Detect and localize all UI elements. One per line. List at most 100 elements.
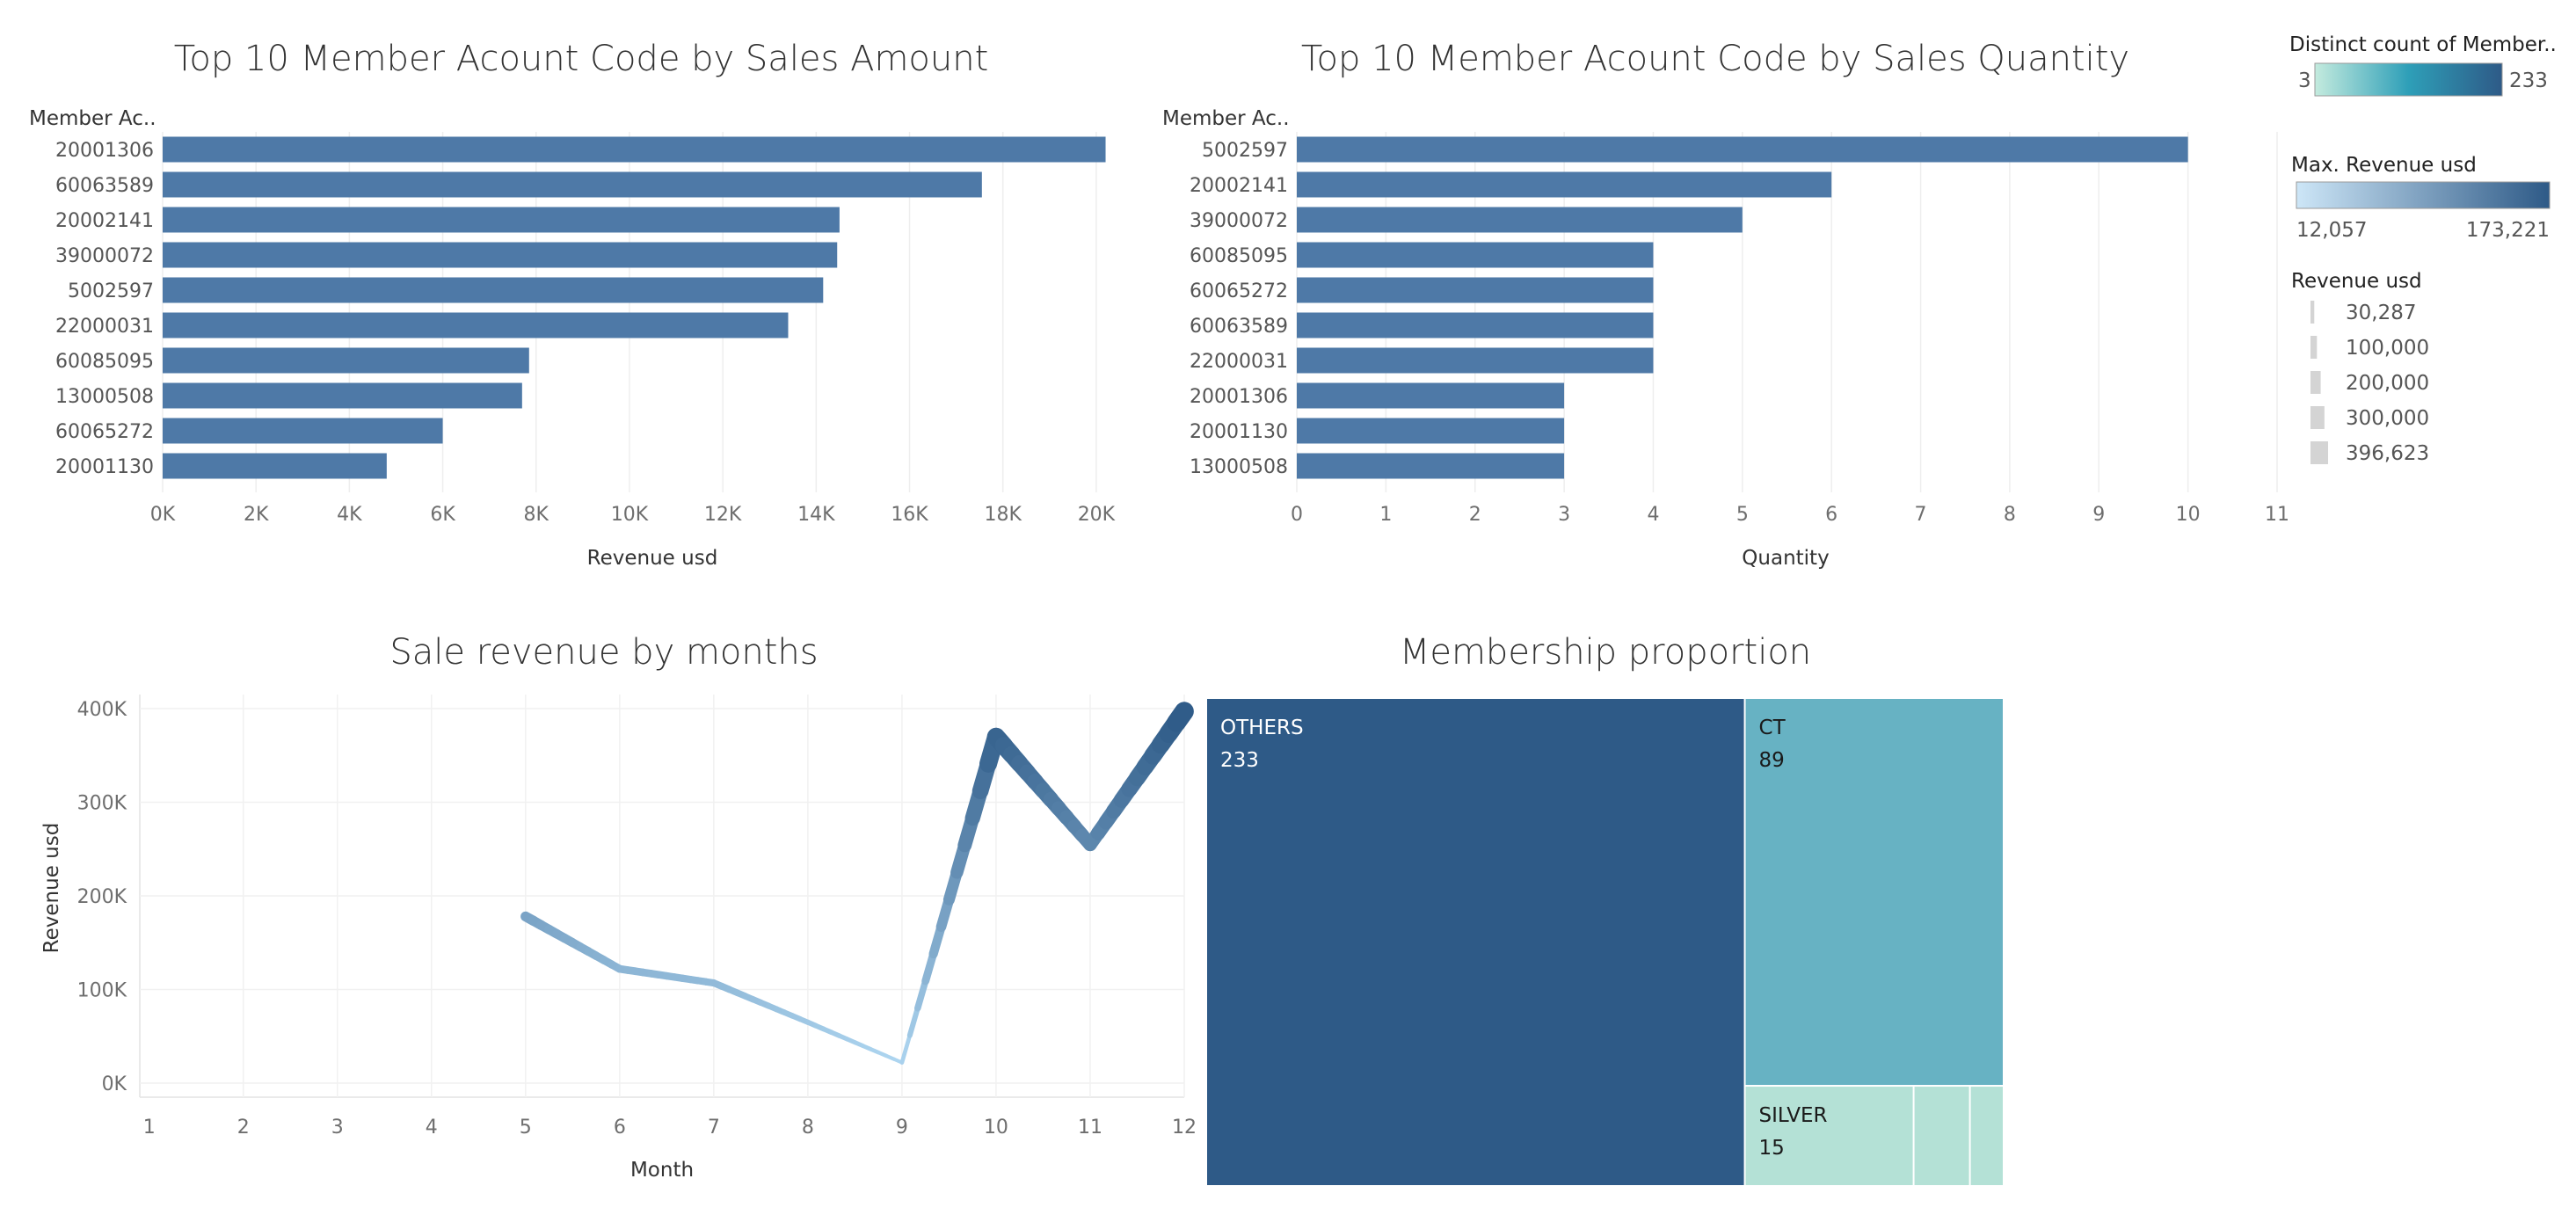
amt-bar[interactable] [163,312,789,338]
amt-category-label: 39000072 [55,245,154,267]
qty-bar[interactable] [1297,347,1654,374]
qty-category-label: 20001306 [1190,386,1288,408]
qty-bar[interactable] [1297,312,1654,338]
amt-category-label: 20001306 [55,140,154,162]
month-x-tick-label: 3 [331,1117,344,1139]
treemap-cell[interactable] [1207,699,1744,1185]
month-y-tick-label: 400K [77,699,127,721]
revenue-size-legend-label: 100,000 [2346,337,2429,360]
max-revenue-legend-title: Max. Revenue usd [2291,154,2477,177]
qty-bar[interactable] [1297,453,1565,479]
month-x-tick-label: 8 [802,1117,814,1139]
max-revenue-color-ramp [2296,181,2551,209]
amt-x-tick-label: 20K [1078,504,1116,526]
month-x-tick-label: 11 [1078,1117,1102,1139]
membership-title: Membership proportion [1400,632,1811,673]
qty-bar[interactable] [1297,136,2188,163]
sales-amount-chart: Top 10 Member Acount Code by Sales Amoun… [29,39,1116,570]
revenue-line-segment[interactable] [1167,702,1194,732]
amt-bar[interactable] [163,242,838,268]
revenue-size-legend-swatch [2310,336,2318,359]
amt-x-tick-label: 6K [430,504,455,526]
amt-bar[interactable] [163,277,824,303]
qty-bar[interactable] [1297,418,1565,444]
amt-x-tick-label: 14K [797,504,835,526]
qty-bar[interactable] [1297,242,1654,268]
month-y-tick-label: 300K [77,792,127,814]
month-x-tick-label: 4 [426,1117,438,1139]
sales-quantity-chart: Top 10 Member Acount Code by Sales Quant… [1162,39,2289,570]
amt-bar[interactable] [163,418,443,444]
legend-panel: Distinct count of Member.. 3 233 Max. Re… [2289,33,2557,465]
amt-bar[interactable] [163,453,387,479]
revenue-size-legend-title: Revenue usd [2291,270,2422,293]
treemap-cell[interactable] [1745,1087,1913,1185]
treemap-cell[interactable] [1970,1087,2003,1185]
amt-bar[interactable] [163,136,1106,163]
revenue-line-segment[interactable] [914,978,929,1012]
qty-category-label: 60065272 [1190,280,1288,302]
sales-quantity-title: Top 10 Member Acount Code by Sales Quant… [1301,39,2129,79]
qty-bar[interactable] [1297,171,1832,198]
qty-x-tick-label: 0 [1291,504,1303,526]
month-x-tick-label: 1 [143,1117,156,1139]
qty-bar[interactable] [1297,382,1565,409]
sales-amount-x-axis-label: Revenue usd [587,547,718,570]
qty-x-tick-label: 3 [1558,504,1570,526]
revenue-by-month-x-axis-label: Month [630,1159,694,1182]
treemap-cell-value: 89 [1759,749,1785,772]
amt-x-tick-label: 2K [244,504,269,526]
qty-x-tick-label: 10 [2176,504,2201,526]
amt-bar[interactable] [163,171,982,198]
amt-bar[interactable] [163,347,529,374]
qty-x-tick-label: 5 [1736,504,1749,526]
qty-x-tick-label: 9 [2092,504,2105,526]
revenue-size-legend-label: 200,000 [2346,372,2429,395]
distinct-count-legend-title: Distinct count of Member.. [2289,33,2557,56]
revenue-size-legend-label: 30,287 [2346,302,2416,324]
qty-category-label: 5002597 [1202,140,1288,162]
qty-category-label: 13000508 [1190,456,1288,478]
month-x-tick-label: 6 [614,1117,626,1139]
sales-quantity-y-axis-label: Member Ac.. [1162,107,1290,130]
amt-x-tick-label: 10K [611,504,649,526]
amt-category-label: 60065272 [55,421,154,443]
revenue-size-legend-label: 396,623 [2346,442,2429,465]
amt-category-label: 20001130 [55,456,154,478]
qty-category-label: 20002141 [1190,175,1288,197]
treemap-cell[interactable] [1914,1087,1969,1185]
distinct-count-color-ramp [2314,62,2503,97]
sales-amount-title: Top 10 Member Acount Code by Sales Amoun… [174,39,989,79]
qty-category-label: 20001130 [1190,421,1288,443]
treemap-cell-label: OTHERS [1220,717,1304,739]
distinct-count-legend-min: 3 [2298,69,2311,92]
month-x-tick-label: 7 [708,1117,720,1139]
max-revenue-legend-min: 12,057 [2296,219,2367,242]
qty-category-label: 60063589 [1190,316,1288,338]
qty-bar[interactable] [1297,277,1654,303]
revenue-line-segment[interactable] [899,1033,913,1065]
amt-x-tick-label: 4K [337,504,362,526]
max-revenue-legend-max: 173,221 [2466,219,2550,242]
qty-bar[interactable] [1297,207,1743,233]
month-y-tick-label: 0K [102,1073,127,1095]
month-y-tick-label: 200K [77,886,127,908]
qty-x-tick-label: 4 [1647,504,1659,526]
treemap-cell-label: CT [1759,717,1786,739]
qty-x-tick-label: 2 [1469,504,1481,526]
amt-x-tick-label: 18K [985,504,1022,526]
month-y-tick-label: 100K [77,980,127,1002]
month-x-tick-label: 12 [1172,1117,1197,1139]
amt-x-tick-label: 8K [524,504,549,526]
revenue-size-legend-swatch [2310,441,2328,464]
revenue-size-legend-swatch [2310,406,2325,429]
amt-category-label: 13000508 [55,386,154,408]
membership-treemap: Membership proportion OTHERS 233 CT 89 SILVE… [1207,632,2003,1185]
revenue-by-month-title: Sale revenue by months [389,632,818,673]
amt-bar[interactable] [163,382,522,409]
sales-amount-y-axis-label: Member Ac.. [29,107,156,130]
amt-bar[interactable] [163,207,840,233]
revenue-size-legend-swatch [2310,371,2321,394]
treemap-cell-value: 15 [1759,1137,1785,1160]
revenue-line-segment[interactable] [906,1005,921,1038]
